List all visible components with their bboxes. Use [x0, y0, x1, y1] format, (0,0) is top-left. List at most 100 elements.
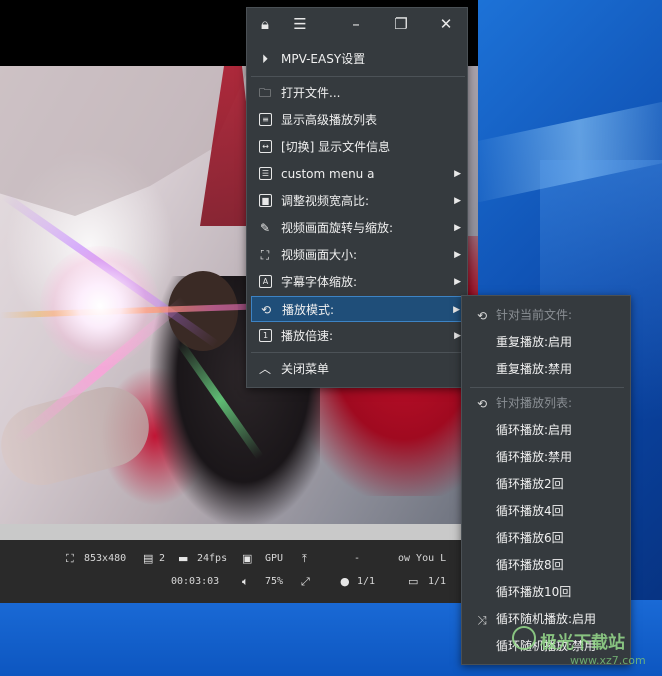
submenu-item-label: 循环播放:禁用 [496, 450, 573, 464]
chapter-count: 1/1 [357, 576, 376, 587]
submenu-item-label: 循环播放4回 [496, 504, 564, 518]
submenu-item-repeat-enable[interactable]: 重复播放:启用 [466, 329, 628, 356]
shuffle-icon: ⤨ [477, 613, 487, 627]
submenu-section-playlist: ⟲ 针对播放列表: [466, 390, 628, 417]
menu-item-label: 关闭菜单 [281, 362, 330, 376]
menu-item-aspect-ratio[interactable]: ▆ 调整视频宽高比: ▶ [251, 188, 465, 214]
volume-icon[interactable]: 🔈︎ [242, 575, 249, 589]
submenu-item-loop-10[interactable]: 循环播放10回 [466, 579, 628, 606]
submenu-arrow-icon: ▶ [454, 223, 461, 233]
fullscreen-icon[interactable]: ⤢ [301, 575, 310, 589]
watermark-url: www.xz7.com [570, 654, 646, 667]
time-text: 00:03:03 [171, 576, 220, 587]
menu-item-label: 视频画面大小: [281, 248, 358, 262]
loop-icon: ⟲ [260, 303, 272, 317]
menu-item-label: 调整视频宽高比: [281, 194, 370, 208]
menu-item-playlist[interactable]: ≡ 显示高级播放列表 [251, 107, 465, 133]
watermark-logo-icon [512, 626, 536, 650]
track-icon: ▤ [143, 552, 154, 565]
seek-bar[interactable] [0, 524, 478, 540]
subtitle-font-icon: A [259, 275, 272, 288]
submenu-item-loop-enable[interactable]: 循环播放:启用 [466, 417, 628, 444]
menu-item-rotate-zoom[interactable]: ✎ 视频画面旋转与缩放: ▶ [251, 215, 465, 241]
submenu-section-current-file: ⟲ 针对当前文件: [466, 302, 628, 329]
list-icon: ≡ [259, 113, 272, 126]
menu-item-subtitle-font[interactable]: A 字幕字体缩放: ▶ [251, 269, 465, 295]
submenu-section-label: 针对当前文件: [496, 308, 573, 322]
menu-header-settings[interactable]: ⏵︎ MPV-EASY设置 [251, 46, 465, 72]
menu-titlebar: 🔒︎ ☰ – ❐ ✕ [247, 8, 467, 40]
menu-item-open-file[interactable]: 🗀︎ 打开文件... [251, 80, 465, 106]
submenu-item-loop-4[interactable]: 循环播放4回 [466, 498, 628, 525]
menu-divider [251, 352, 465, 353]
volume-text: 75% [265, 576, 284, 587]
upload-icon[interactable]: ⤒ [302, 552, 307, 566]
custom-menu-icon: ☰ [259, 167, 272, 180]
maximize-icon[interactable]: ❐ [390, 14, 412, 34]
player-controls: ⛶ 853x480 ▤ 2 ▬ 24fps ▣ GPU ⤒ - ow You L… [0, 540, 478, 603]
screen-size-icon: ⛶ [260, 248, 270, 262]
menu-divider [251, 76, 465, 77]
submenu-section-label: 针对播放列表: [496, 396, 573, 410]
lock-icon[interactable]: 🔒︎ [254, 14, 276, 34]
film-icon: ▬ [178, 552, 189, 565]
gpu-text: GPU [265, 553, 284, 564]
menu-item-screen-size[interactable]: ⛶ 视频画面大小: ▶ [251, 242, 465, 268]
repeat-file-icon: ⟲ [476, 309, 488, 323]
menu-item-play-mode[interactable]: ⟲ 播放模式: ▶ [251, 296, 465, 322]
submenu-item-loop-disable[interactable]: 循环播放:禁用 [466, 444, 628, 471]
submenu-item-label: 循环播放:启用 [496, 423, 573, 437]
repeat-playlist-icon: ⟲ [476, 397, 488, 411]
subtitle-icon[interactable]: ▭ [408, 575, 418, 589]
submenu-item-loop-8[interactable]: 循环播放8回 [466, 552, 628, 579]
submenu-item-loop-6[interactable]: 循环播放6回 [466, 525, 628, 552]
submenu-item-label: 重复播放:启用 [496, 335, 573, 349]
track-count: 2 [159, 553, 166, 564]
submenu-item-loop-2[interactable]: 循环播放2回 [466, 471, 628, 498]
info-icon: ↔ [259, 140, 272, 153]
menu-item-label: 播放模式: [282, 303, 335, 317]
chip-icon: ▣ [242, 552, 253, 565]
menu-item-label: 显示高级播放列表 [281, 113, 378, 127]
submenu-item-label: 循环播放8回 [496, 558, 564, 572]
context-menu: 🔒︎ ☰ – ❐ ✕ ⏵︎ MPV-EASY设置 🗀︎ 打开文件... ≡ 显示… [246, 7, 468, 388]
menu-item-playback-speed[interactable]: 1 播放倍速: ▶ [251, 323, 465, 349]
menu-item-label: [切换] 显示文件信息 [281, 140, 391, 154]
resolution-icon: ⛶ [66, 552, 74, 565]
menu-header-label: MPV-EASY设置 [281, 52, 366, 66]
menu-item-label: custom menu a [281, 167, 375, 181]
submenu-arrow-icon: ▶ [454, 277, 461, 287]
menu-item-label: 播放倍速: [281, 329, 334, 343]
rotate-zoom-icon: ✎ [259, 221, 271, 235]
minimize-icon[interactable]: – [345, 14, 367, 34]
dash-text: - [354, 553, 361, 564]
video-lens-flare [40, 246, 160, 366]
submenu-item-repeat-disable[interactable]: 重复播放:禁用 [466, 356, 628, 383]
submenu-arrow-icon: ▶ [454, 250, 461, 260]
menu-item-close-menu[interactable]: ︿ 关闭菜单 [251, 356, 465, 382]
resolution-text: 853x480 [84, 553, 127, 564]
hamburger-icon[interactable]: ☰ [289, 14, 311, 34]
folder-icon: 🗀︎ [258, 86, 271, 100]
menu-item-label: 字幕字体缩放: [281, 275, 358, 289]
play-circle-icon: ⏵︎ [261, 52, 268, 66]
subtitle-count: 1/1 [428, 576, 447, 587]
menu-item-custom-menu[interactable]: ☰ custom menu a ▶ [251, 161, 465, 187]
submenu-arrow-icon: ▶ [454, 169, 461, 179]
menu-item-file-info[interactable]: ↔ [切换] 显示文件信息 [251, 134, 465, 160]
chapter-icon[interactable]: ● [340, 575, 350, 589]
media-title-fragment: ow You L [398, 553, 447, 564]
play-mode-submenu: ⟲ 针对当前文件: 重复播放:启用 重复播放:禁用 ⟲ 针对播放列表: 循环播放… [461, 295, 631, 665]
menu-item-label: 打开文件... [281, 86, 341, 100]
submenu-divider [470, 387, 624, 388]
submenu-arrow-icon: ▶ [453, 305, 460, 315]
speed-icon: 1 [259, 329, 272, 342]
chevron-up-icon: ︿ [258, 362, 271, 376]
submenu-item-label: 重复播放:禁用 [496, 362, 573, 376]
watermark-text: 极光下载站 [540, 633, 625, 653]
close-icon[interactable]: ✕ [435, 14, 457, 34]
aspect-ratio-icon: ▆ [259, 194, 272, 207]
submenu-item-label: 循环播放6回 [496, 531, 564, 545]
fps-text: 24fps [197, 553, 228, 564]
submenu-item-label: 循环播放2回 [496, 477, 564, 491]
